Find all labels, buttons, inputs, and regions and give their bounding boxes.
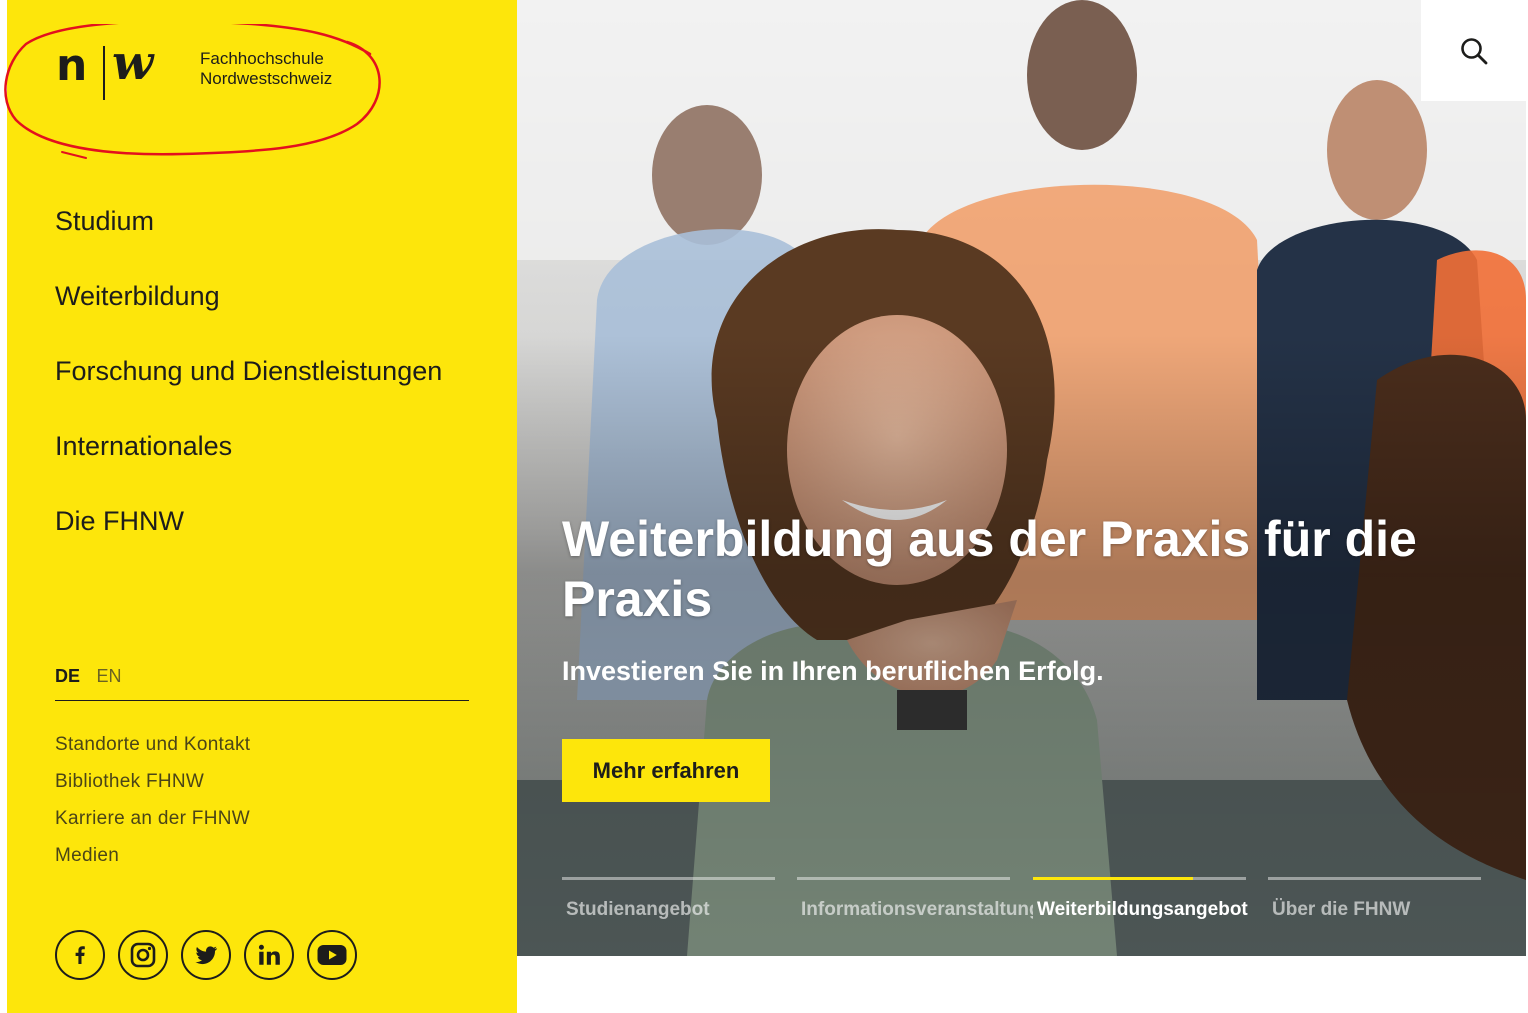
nav-item-internationales[interactable]: Internationales (55, 423, 495, 498)
logo-w-glyph: w (112, 35, 154, 91)
twitter-icon[interactable] (181, 930, 231, 980)
sidebar: n w Fachhochschule Nordwestschweiz Studi… (4, 0, 517, 1013)
logo-line-1: Fachhochschule (200, 49, 324, 68)
secondary-navigation: Standorte und Kontakt Bibliothek FHNW Ka… (55, 733, 250, 881)
slider-tab-ueber-die-fhnw[interactable]: Über die FHNW (1268, 877, 1481, 937)
slider-tab-label: Weiterbildungsangebot (1037, 899, 1248, 920)
facebook-icon[interactable] (55, 930, 105, 980)
main-navigation: Studium Weiterbildung Forschung und Dien… (55, 198, 495, 573)
slider-tab-label: Studienangebot (566, 899, 710, 920)
hero-overlay (517, 0, 1526, 956)
nav-item-die-fhnw[interactable]: Die FHNW (55, 498, 495, 573)
fhnw-logo[interactable]: n w Fachhochschule Nordwestschweiz (56, 38, 356, 104)
logo-line-2: Nordwestschweiz (200, 69, 333, 88)
language-de[interactable]: DE (55, 666, 80, 686)
subnav-medien[interactable]: Medien (55, 844, 250, 881)
logo-wordmark: Fachhochschule Nordwestschweiz (200, 49, 332, 89)
search-icon (1461, 37, 1488, 64)
slider-tab-studienangebot[interactable]: Studienangebot (562, 877, 775, 937)
slider-tab-weiterbildungsangebot[interactable]: Weiterbildungsangebot (1033, 877, 1248, 937)
subnav-standorte-kontakt[interactable]: Standorte und Kontakt (55, 733, 250, 770)
hero-subtitle: Investieren Sie in Ihren beruflichen Erf… (562, 656, 1104, 686)
slider-tab-track (1033, 877, 1246, 880)
youtube-icon[interactable] (307, 930, 357, 980)
nav-item-weiterbildung[interactable]: Weiterbildung (55, 273, 495, 348)
nav-item-forschung[interactable]: Forschung und Dienstleistungen (55, 348, 495, 423)
slider-tab-track (797, 877, 1010, 880)
linkedin-icon[interactable] (244, 930, 294, 980)
slider-tab-track (562, 877, 775, 880)
nav-item-studium[interactable]: Studium (55, 198, 495, 273)
subnav-karriere[interactable]: Karriere an der FHNW (55, 807, 250, 844)
logo-divider (103, 46, 105, 100)
slider-tab-informationsveranstaltungen[interactable]: Informationsveranstaltungen (797, 877, 1033, 937)
logo-n-glyph: n (56, 40, 88, 91)
mehr-erfahren-button[interactable]: Mehr erfahren (562, 739, 770, 802)
language-switcher: DE EN (55, 664, 469, 701)
hero-banner: Weiterbildung aus der Praxis für die Pra… (517, 0, 1526, 956)
slider-tab-label: Informationsveranstaltungen (801, 899, 1033, 920)
hero-title: Weiterbildung aus der Praxis für die Pra… (562, 511, 1417, 627)
search-button[interactable] (1421, 0, 1527, 101)
slider-tab-track (1268, 877, 1481, 880)
language-en[interactable]: EN (96, 666, 121, 686)
slider-tab-label: Über die FHNW (1272, 899, 1411, 920)
instagram-icon[interactable] (118, 930, 168, 980)
slider-tab-progress (1033, 877, 1193, 880)
subnav-bibliothek[interactable]: Bibliothek FHNW (55, 770, 250, 807)
